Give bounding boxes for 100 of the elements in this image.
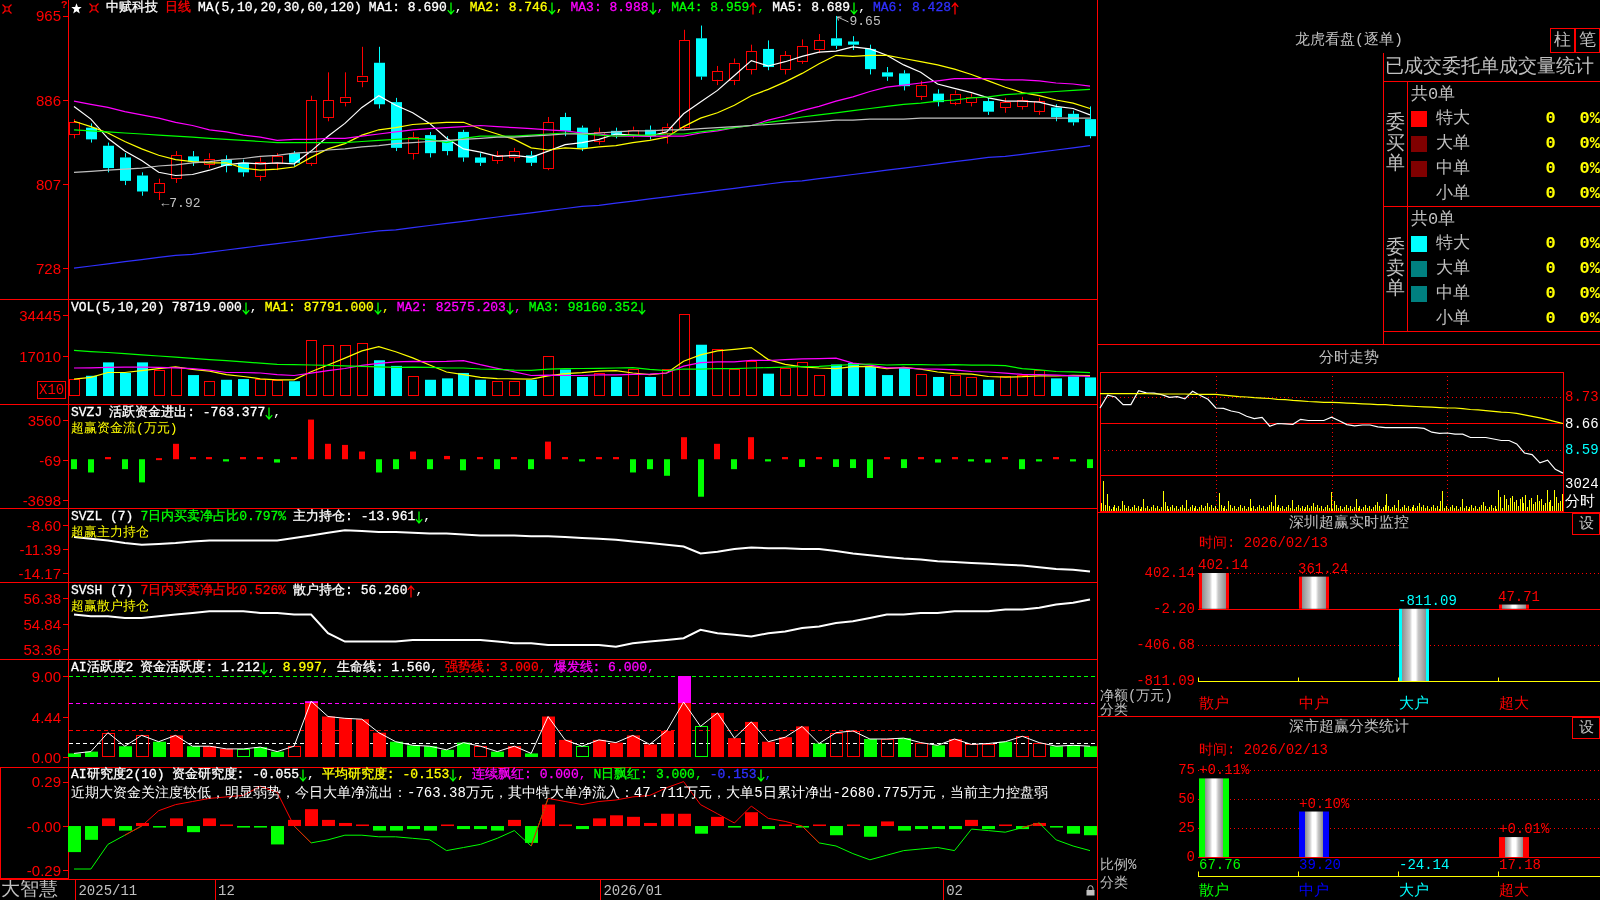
legend-separator: , bbox=[454, 0, 463, 16]
annotation: 9.65 bbox=[849, 14, 881, 30]
axis-label: -11.39 bbox=[19, 540, 61, 558]
row-label: 大单 bbox=[1436, 134, 1470, 155]
share-value: 0% bbox=[1579, 259, 1600, 280]
date-label: 12 bbox=[218, 882, 235, 899]
share-value: 0% bbox=[1579, 158, 1600, 179]
legend-text: MA2: 8.746 bbox=[469, 0, 548, 16]
axis-label: -2.20 bbox=[1153, 601, 1195, 617]
panel-title: 深市超赢分类统计 bbox=[1289, 719, 1409, 737]
group-total: 共0单 bbox=[1410, 209, 1457, 231]
axis-label: 50 bbox=[1178, 791, 1195, 807]
change-label: +0.10% bbox=[1299, 795, 1350, 812]
legend-text: 资金研究度: -0.055 bbox=[171, 767, 300, 783]
category-label: 散户 bbox=[1199, 695, 1229, 713]
legend-text: SVZJ bbox=[71, 405, 103, 421]
count-value: 0 bbox=[1545, 259, 1556, 280]
axis-label: -14.17 bbox=[18, 564, 61, 582]
legend-separator: , bbox=[423, 509, 432, 525]
legend-separator: , bbox=[555, 0, 564, 16]
value-label: 402.14 bbox=[1198, 557, 1249, 573]
group-total: 共0单 bbox=[1410, 84, 1457, 106]
category-label: 大户 bbox=[1399, 695, 1429, 713]
legend-text: 爆发线: 6.000 bbox=[553, 660, 648, 676]
legend-separator: , bbox=[268, 660, 276, 676]
legend-separator: , bbox=[538, 660, 547, 676]
legend-text: SVZL (7) bbox=[71, 509, 134, 525]
row-label: 特大 bbox=[1436, 109, 1470, 130]
axis-label: 8.66 bbox=[1565, 415, 1599, 432]
share-value: 0% bbox=[1579, 134, 1600, 155]
date-label: 02 bbox=[946, 882, 963, 899]
legend-text: MA5: 8.689 bbox=[772, 0, 851, 16]
axis-label: 25 bbox=[1178, 820, 1195, 836]
value-label: 17.18 bbox=[1499, 857, 1541, 873]
legend-text: MA6: 8.428 bbox=[872, 0, 951, 16]
category-label: 超大 bbox=[1499, 695, 1529, 713]
legend-text: 平均研究度: -0.153 bbox=[321, 767, 450, 783]
help-mark: ? bbox=[61, 0, 68, 11]
value-label: 39.20 bbox=[1299, 857, 1341, 873]
axis-label: 17010 bbox=[19, 347, 61, 365]
axis-label: -811.09 bbox=[1136, 673, 1195, 689]
legend-separator: , bbox=[457, 767, 466, 783]
legend-text: 资金活跃度: 1.212 bbox=[140, 660, 260, 676]
count-value: 0 bbox=[1545, 234, 1556, 255]
legend-separator: , bbox=[381, 300, 390, 316]
legend-separator: , bbox=[430, 660, 439, 676]
value-label: -24.14 bbox=[1399, 857, 1450, 873]
legend-separator: , bbox=[764, 767, 773, 783]
legend-text: 强势线: 3.000 bbox=[445, 660, 539, 676]
axis-title: 分类 bbox=[1100, 875, 1128, 891]
row-label: 大单 bbox=[1436, 259, 1470, 280]
legend-text: MA3: 8.988 bbox=[570, 0, 649, 16]
category-label: 超大 bbox=[1499, 882, 1529, 899]
share-value: 0% bbox=[1579, 183, 1600, 204]
legend-text: AI活跃度2 bbox=[71, 660, 134, 676]
axis-label: -3698 bbox=[22, 491, 61, 508]
legend-text: MA3: 98160.352 bbox=[528, 300, 638, 316]
axis-label: 56.38 bbox=[23, 589, 61, 607]
axis-label: 8.73 bbox=[1565, 389, 1599, 405]
change-label: +0.11% bbox=[1199, 762, 1250, 779]
row-label: 中单 bbox=[1436, 283, 1470, 304]
high-price-label: 9.65 bbox=[837, 14, 881, 30]
axis-label: 0.00 bbox=[31, 748, 61, 766]
legend-text: 连续飘红: 0.000 bbox=[472, 767, 579, 783]
legend-separator: , bbox=[249, 300, 258, 316]
legend-separator: , bbox=[307, 767, 315, 783]
axis-label: 75 bbox=[1178, 762, 1195, 778]
low-price-label: ←7.92 bbox=[161, 195, 201, 211]
axis-label: 0 bbox=[1186, 849, 1195, 865]
category-label: 中户 bbox=[1299, 882, 1329, 899]
change-label: +0.01% bbox=[1499, 821, 1550, 838]
legend-text: N日飘红: 3.000 bbox=[593, 767, 695, 783]
table-title: 已成交委托单成交量统计 bbox=[1384, 55, 1595, 80]
axis-label: 0.29 bbox=[31, 773, 61, 791]
value-label: -811.09 bbox=[1398, 592, 1457, 609]
count-value: 0 bbox=[1545, 158, 1556, 179]
axis-label: -0.00 bbox=[26, 817, 61, 835]
share-value: 0% bbox=[1579, 109, 1600, 130]
date-label: 2025/11 bbox=[78, 882, 138, 899]
share-value: 0% bbox=[1579, 283, 1600, 304]
axis-label: -8.60 bbox=[26, 516, 61, 534]
legend-text: MA2: 82575.203 bbox=[396, 300, 506, 316]
axis-label: 4.44 bbox=[31, 708, 61, 726]
category-label: 中户 bbox=[1299, 695, 1329, 713]
legend-text: 生命线: 1.560 bbox=[336, 660, 431, 676]
legend-text: SVSH (7) bbox=[71, 583, 134, 599]
group-label: 委卖单 bbox=[1386, 237, 1405, 301]
axis-label: 3024 bbox=[1565, 476, 1599, 492]
count-value: 0 bbox=[1545, 308, 1556, 329]
row-label: 小单 bbox=[1436, 183, 1470, 204]
legend-separator: , bbox=[757, 0, 766, 16]
legend-separator: , bbox=[858, 0, 866, 16]
axis-label: 8.59 bbox=[1565, 442, 1599, 458]
axis-label: -406.68 bbox=[1136, 637, 1195, 653]
axis-label: 53.36 bbox=[23, 640, 61, 658]
category-label: 散户 bbox=[1199, 882, 1229, 899]
panel-title: 分时走势 bbox=[1319, 349, 1379, 368]
indicator-caption: 超赢资金流(万元) bbox=[71, 421, 178, 437]
share-value: 0% bbox=[1579, 234, 1600, 255]
legend-separator: , bbox=[273, 405, 282, 421]
